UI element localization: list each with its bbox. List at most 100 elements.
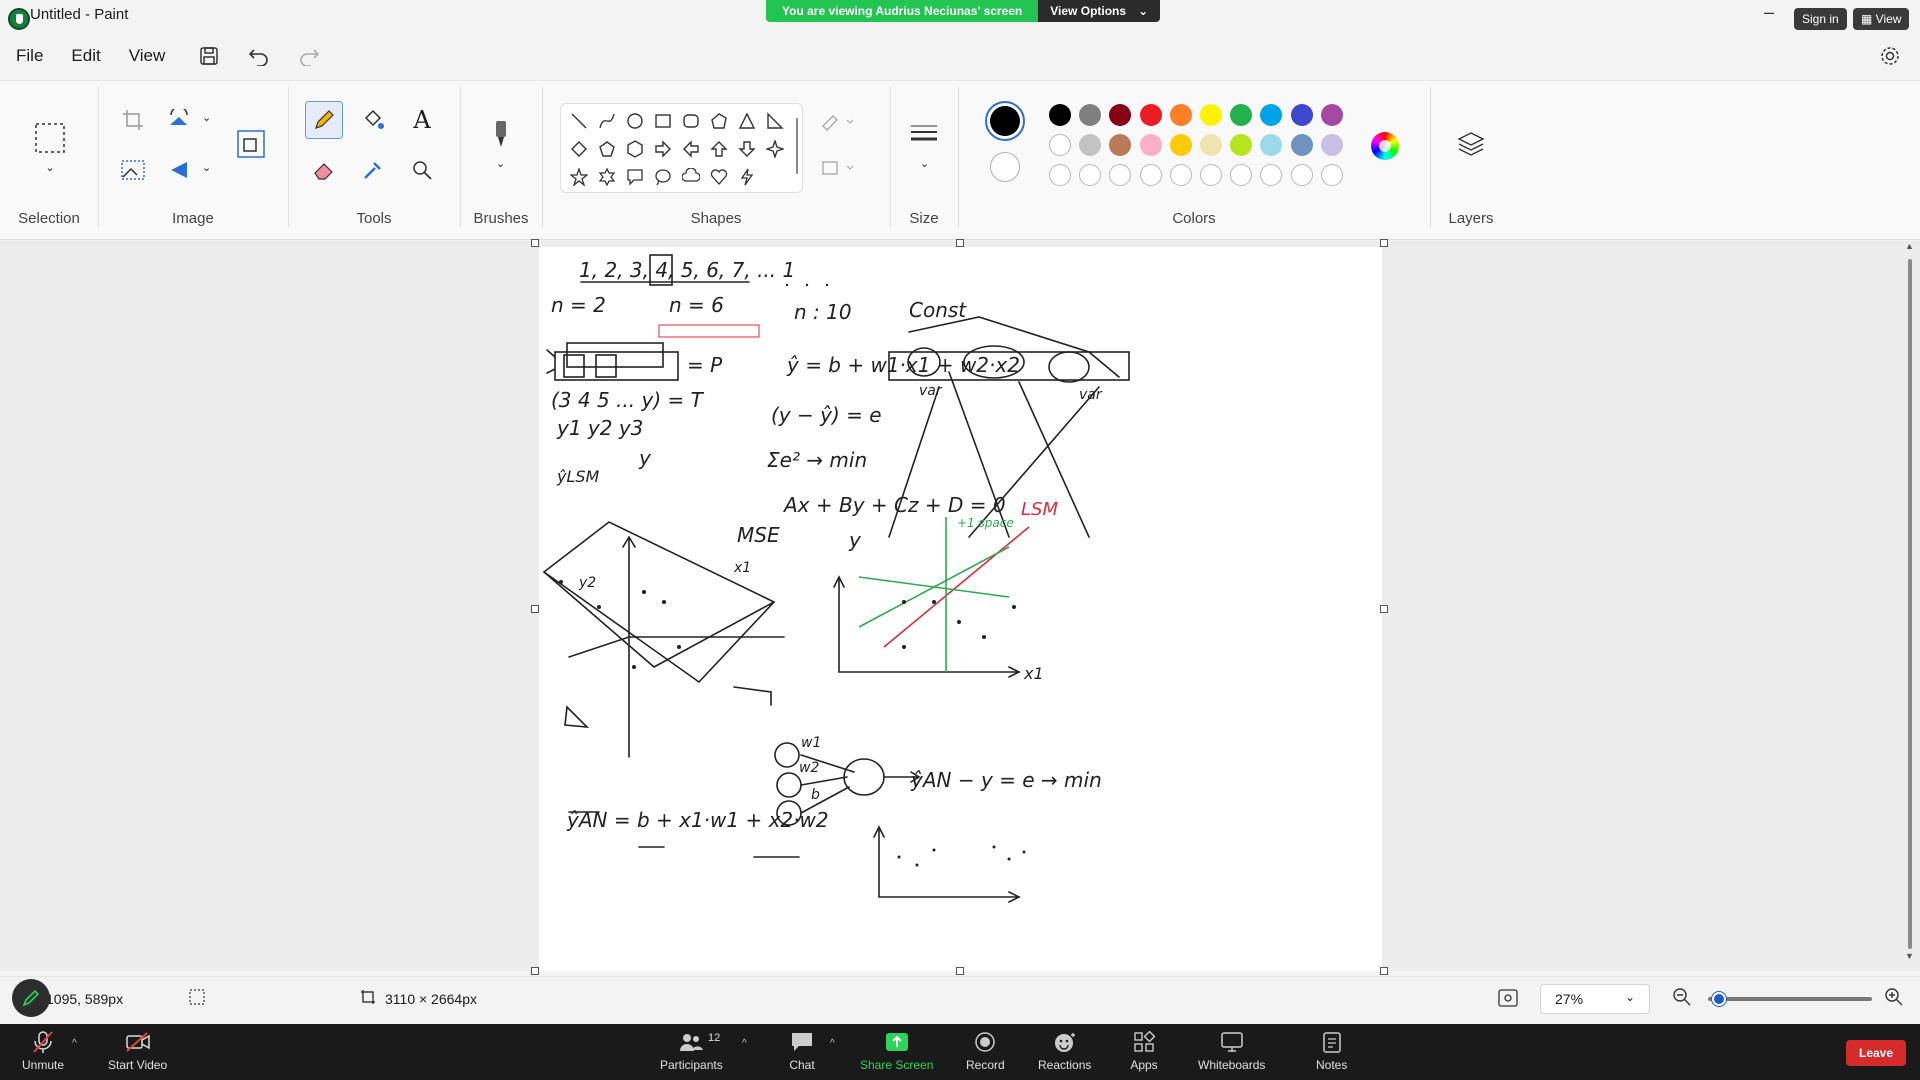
resize-image-icon[interactable]: [232, 125, 270, 163]
menu-file[interactable]: File: [2, 46, 57, 66]
resize-handle-bottom-left[interactable]: [531, 967, 539, 975]
annotation-pencil-button[interactable]: [12, 979, 50, 1017]
right-triangle-shape-icon[interactable]: [763, 109, 787, 133]
minimize-icon[interactable]: –: [1764, 2, 1774, 23]
curve-shape-icon[interactable]: [595, 109, 619, 133]
flip-icon[interactable]: [160, 151, 198, 189]
record-button[interactable]: Record: [966, 1030, 1005, 1072]
heart-shape-icon[interactable]: [707, 165, 731, 189]
unmute-button[interactable]: Unmute: [22, 1030, 64, 1072]
polygon-shape-icon[interactable]: [707, 109, 731, 133]
pencil-tool-icon[interactable]: [305, 101, 343, 139]
whiteboards-button[interactable]: Whiteboards: [1198, 1030, 1265, 1072]
color-swatch[interactable]: [1049, 134, 1071, 156]
color-swatch[interactable]: [1200, 134, 1222, 156]
resize-handle-bottom-right[interactable]: [1380, 967, 1388, 975]
zoom-level-dropdown[interactable]: 27% ⌄: [1540, 984, 1650, 1014]
four-point-star-shape-icon[interactable]: [763, 137, 787, 161]
line-shape-icon[interactable]: [567, 109, 591, 133]
settings-gear-icon[interactable]: [1878, 44, 1902, 68]
oval-callout-shape-icon[interactable]: [651, 165, 675, 189]
edit-colors-icon[interactable]: [1371, 132, 1399, 160]
rotate-dropdown-icon[interactable]: ⌄: [202, 111, 211, 124]
rectangular-callout-shape-icon[interactable]: [623, 165, 647, 189]
layers-icon[interactable]: [1452, 125, 1490, 163]
custom-color-slot[interactable]: [1169, 164, 1192, 186]
custom-color-slot[interactable]: [1200, 164, 1222, 186]
menu-edit[interactable]: Edit: [57, 46, 114, 66]
zoom-slider-track[interactable]: [1708, 997, 1872, 1001]
color-swatch[interactable]: [1139, 134, 1162, 156]
zoom-out-icon[interactable]: [1672, 987, 1692, 1010]
zoom-slider-thumb[interactable]: [1712, 992, 1726, 1006]
chat-options-caret-icon[interactable]: ^: [830, 1038, 835, 1049]
resize-handle-bottom[interactable]: [956, 967, 964, 975]
text-tool-icon[interactable]: A: [403, 101, 441, 139]
crop-icon[interactable]: [114, 101, 152, 139]
eraser-icon[interactable]: [305, 151, 343, 189]
fill-bucket-icon[interactable]: [354, 101, 392, 139]
color-swatch[interactable]: [1169, 134, 1192, 156]
custom-color-slot[interactable]: [1049, 164, 1071, 186]
triangle-shape-icon[interactable]: [735, 109, 759, 133]
resize-handle-right[interactable]: [1380, 605, 1388, 613]
rounded-rectangle-shape-icon[interactable]: [679, 109, 703, 133]
color-swatch[interactable]: [1320, 134, 1343, 156]
brush-size-icon[interactable]: [905, 115, 943, 153]
reactions-button[interactable]: Reactions: [1038, 1030, 1091, 1072]
resize-handle-top-left[interactable]: [531, 239, 539, 247]
flip-dropdown-icon[interactable]: ⌄: [202, 161, 211, 174]
resize-handle-top-right[interactable]: [1380, 239, 1388, 247]
redo-icon[interactable]: [297, 44, 321, 68]
save-icon[interactable]: [197, 44, 221, 68]
five-point-star-shape-icon[interactable]: [567, 165, 591, 189]
up-arrow-shape-icon[interactable]: [707, 137, 731, 161]
zoom-in-icon[interactable]: [1884, 987, 1904, 1010]
leave-button[interactable]: Leave: [1846, 1040, 1906, 1066]
pentagon-shape-icon[interactable]: [595, 137, 619, 161]
color-swatch[interactable]: [1200, 104, 1222, 126]
scroll-down-icon[interactable]: ▼: [1905, 951, 1914, 961]
six-point-star-shape-icon[interactable]: [595, 165, 619, 189]
cloud-callout-shape-icon[interactable]: [679, 165, 703, 189]
audio-options-caret-icon[interactable]: ^: [72, 1038, 77, 1049]
share-screen-button[interactable]: Share Screen: [860, 1030, 933, 1072]
color-swatch[interactable]: [1290, 134, 1313, 156]
view-button[interactable]: ▦ View: [1853, 8, 1910, 30]
diamond-shape-icon[interactable]: [567, 137, 591, 161]
menu-view[interactable]: View: [115, 46, 180, 66]
left-arrow-shape-icon[interactable]: [679, 137, 703, 161]
down-arrow-shape-icon[interactable]: [735, 137, 759, 161]
view-options-button[interactable]: View Options ⌄: [1038, 0, 1161, 22]
primary-color-swatch[interactable]: [985, 101, 1025, 141]
brushes-dropdown-icon[interactable]: ⌄: [496, 157, 505, 170]
hexagon-shape-icon[interactable]: [623, 137, 647, 161]
lightning-shape-icon[interactable]: [735, 165, 759, 189]
participants-options-caret-icon[interactable]: ^: [742, 1038, 747, 1049]
magnifier-icon[interactable]: [403, 151, 441, 189]
remove-background-icon[interactable]: [114, 151, 152, 189]
color-swatch[interactable]: [1290, 104, 1313, 126]
start-video-button[interactable]: Start Video: [108, 1030, 167, 1072]
apps-button[interactable]: Apps: [1130, 1030, 1158, 1072]
size-dropdown-icon[interactable]: ⌄: [920, 157, 929, 170]
rectangle-selection-icon[interactable]: [31, 119, 69, 157]
color-swatch[interactable]: [1169, 104, 1192, 126]
color-swatch[interactable]: [1320, 104, 1343, 126]
scroll-up-icon[interactable]: ▲: [1905, 241, 1914, 251]
color-swatch[interactable]: [1139, 104, 1162, 126]
sign-in-button[interactable]: Sign in: [1794, 8, 1847, 30]
custom-color-slot[interactable]: [1139, 164, 1162, 186]
oval-shape-icon[interactable]: [623, 109, 647, 133]
color-swatch[interactable]: [1049, 104, 1071, 126]
rotate-icon[interactable]: [160, 101, 198, 139]
shapes-scrollbar[interactable]: [796, 118, 798, 174]
shape-outline-icon[interactable]: [818, 103, 858, 141]
shape-fill-icon[interactable]: [818, 149, 858, 187]
selection-dropdown-icon[interactable]: ⌄: [31, 157, 69, 177]
notes-button[interactable]: Notes: [1316, 1030, 1347, 1072]
custom-color-slot[interactable]: [1290, 164, 1313, 186]
scrollbar-thumb[interactable]: [1908, 259, 1912, 949]
color-picker-icon[interactable]: [354, 151, 392, 189]
drawing-canvas[interactable]: 1, 2, 3, 4, 5, 6, 7, ... 1 n = 2 n = 6 n…: [539, 247, 1382, 971]
